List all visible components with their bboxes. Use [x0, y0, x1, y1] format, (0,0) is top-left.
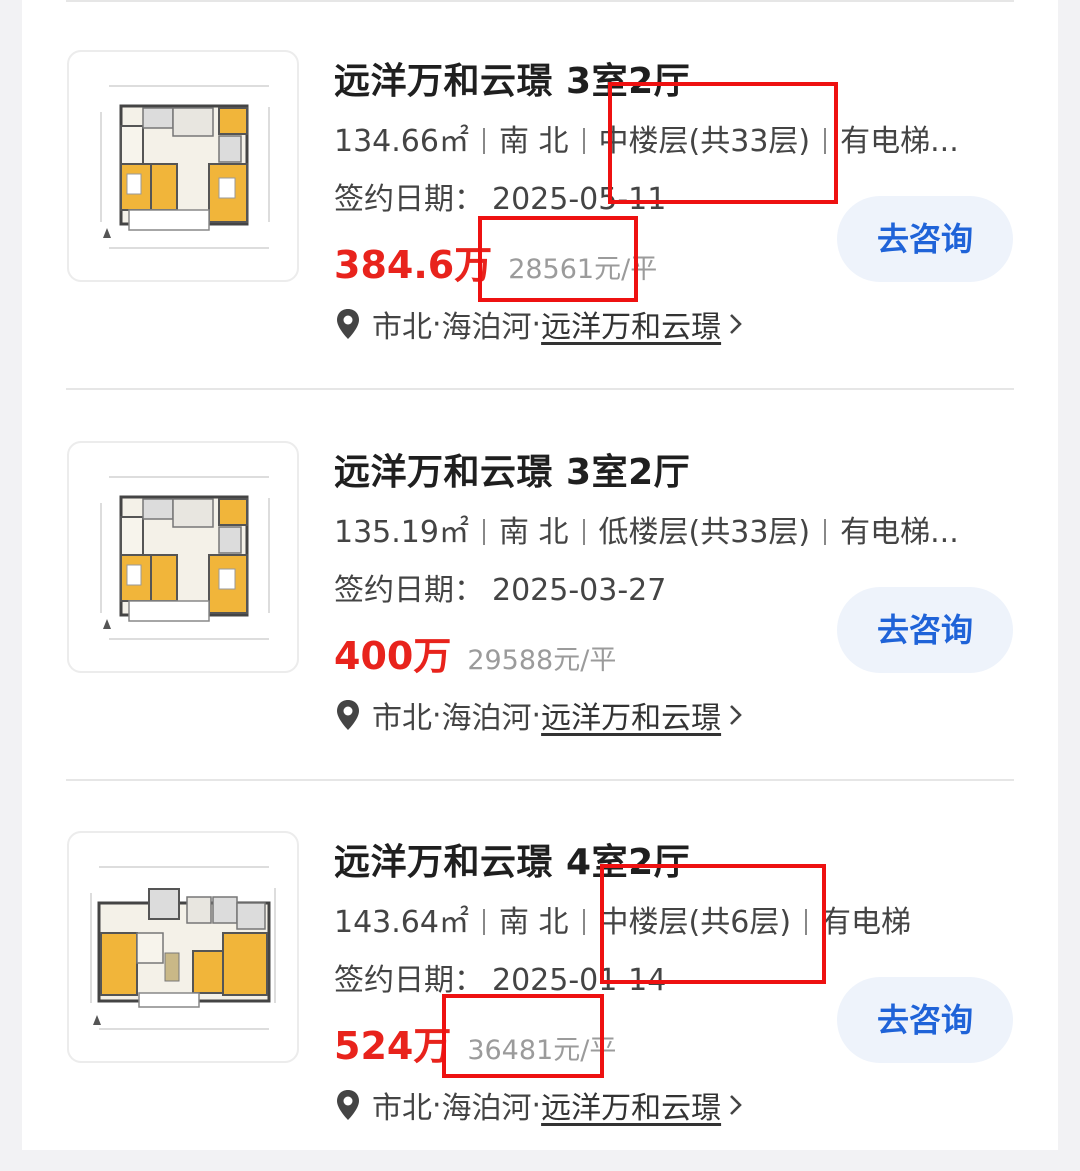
listing-specs: 134.66㎡南 北中楼层(共33层) 有电梯...: [334, 116, 1024, 160]
location: 市北 · 海泊河 · 远洋万和云璟: [334, 1083, 745, 1127]
sign-date: 签约日期： 2025-03-27: [334, 565, 666, 609]
location-area: 海泊河: [441, 701, 532, 736]
listing-divider: [66, 779, 1014, 781]
location-district: 市北: [372, 701, 432, 736]
location-pin-icon: [337, 700, 359, 730]
unit-price: 29588元/平: [467, 645, 617, 676]
listing-divider: [66, 388, 1014, 390]
listing-orientation: 南 北: [498, 124, 569, 159]
consult-button[interactable]: 去咨询: [837, 196, 1013, 282]
listing-page: 远洋万和云璟 3室2厅 134.66㎡南 北中楼层(共33层) 有电梯... 签约…: [22, 0, 1058, 1150]
sign-date-value: 2025-03-27: [492, 573, 667, 608]
spec-separator: [824, 519, 827, 545]
consult-button[interactable]: 去咨询: [837, 977, 1013, 1063]
listing-area: 134.66㎡: [334, 124, 469, 159]
sign-date-label: 签约日期：: [334, 573, 484, 608]
spec-separator: [582, 128, 585, 154]
listing-title[interactable]: 远洋万和云璟 3室2厅: [334, 443, 690, 495]
chevron-right-icon[interactable]: [727, 310, 745, 338]
spec-separator: [805, 909, 808, 935]
listing-card[interactable]: 远洋万和云璟 3室2厅 134.66㎡南 北中楼层(共33层) 有电梯... 签约…: [22, 50, 1058, 390]
location-district: 市北: [372, 310, 432, 345]
price-row: 400万 29588元/平: [334, 625, 616, 680]
listing-floor: 低楼层(共33层): [598, 515, 811, 550]
floorplan-thumbnail[interactable]: [67, 50, 299, 282]
listing-area: 143.64㎡: [334, 905, 469, 940]
location: 市北 · 海泊河 · 远洋万和云璟: [334, 693, 745, 737]
listing-orientation: 南 北: [498, 515, 569, 550]
listing-title[interactable]: 远洋万和云璟 4室2厅: [334, 833, 690, 885]
listing-area: 135.19㎡: [334, 515, 469, 550]
floorplan-image: [100, 85, 270, 249]
total-price: 524万: [334, 1024, 452, 1068]
listing-elevator: 有电梯...: [840, 515, 959, 550]
spec-separator: [824, 128, 827, 154]
chevron-right-icon[interactable]: [727, 701, 745, 729]
location-pin-icon: [337, 1090, 359, 1120]
sign-date-label: 签约日期：: [334, 182, 484, 217]
community-link[interactable]: 远洋万和云璟: [541, 693, 721, 737]
location-district: 市北: [372, 1091, 432, 1126]
spec-separator: [582, 909, 585, 935]
sign-date: 签约日期： 2025-01-14: [334, 955, 666, 999]
floorplan-image: [100, 476, 270, 640]
floorplan-image: [90, 866, 276, 1030]
sign-date-label: 签约日期：: [334, 963, 484, 998]
price-row: 524万 36481元/平: [334, 1015, 616, 1070]
sign-date-value: 2025-05-11: [492, 182, 667, 217]
listing-floor: 中楼层(共6层): [598, 905, 792, 940]
chevron-right-icon[interactable]: [727, 1091, 745, 1119]
unit-price: 36481元/平: [467, 1035, 617, 1066]
sign-date-value: 2025-01-14: [492, 963, 667, 998]
floorplan-thumbnail[interactable]: [67, 441, 299, 673]
price-row: 384.6万 28561元/平: [334, 234, 657, 289]
spec-separator: [582, 519, 585, 545]
listing-title[interactable]: 远洋万和云璟 3室2厅: [334, 52, 690, 104]
listing-elevator: 有电梯: [821, 905, 912, 940]
community-link[interactable]: 远洋万和云璟: [541, 1083, 721, 1127]
spec-separator: [482, 519, 485, 545]
listing-specs: 143.64㎡南 北中楼层(共6层) 有电梯: [334, 897, 1024, 941]
listing-specs: 135.19㎡南 北低楼层(共33层) 有电梯...: [334, 507, 1024, 551]
community-link[interactable]: 远洋万和云璟: [541, 302, 721, 346]
spec-separator: [482, 128, 485, 154]
location-pin-icon: [337, 309, 359, 339]
listing-elevator: 有电梯...: [840, 124, 959, 159]
listing-card[interactable]: 远洋万和云璟 3室2厅 135.19㎡南 北低楼层(共33层) 有电梯... 签约…: [22, 441, 1058, 781]
top-divider: [66, 0, 1014, 2]
listing-card[interactable]: 远洋万和云璟 4室2厅 143.64㎡南 北中楼层(共6层) 有电梯 签约日期： 2…: [22, 831, 1058, 1171]
spec-separator: [482, 909, 485, 935]
sign-date: 签约日期： 2025-05-11: [334, 174, 666, 218]
floorplan-thumbnail[interactable]: [67, 831, 299, 1063]
unit-price: 28561元/平: [508, 254, 658, 285]
consult-button[interactable]: 去咨询: [837, 587, 1013, 673]
location: 市北 · 海泊河 · 远洋万和云璟: [334, 302, 745, 346]
total-price: 400万: [334, 634, 452, 678]
listing-orientation: 南 北: [498, 905, 569, 940]
location-area: 海泊河: [441, 1091, 532, 1126]
listing-floor: 中楼层(共33层): [598, 124, 811, 159]
location-area: 海泊河: [441, 310, 532, 345]
total-price: 384.6万: [334, 243, 493, 287]
